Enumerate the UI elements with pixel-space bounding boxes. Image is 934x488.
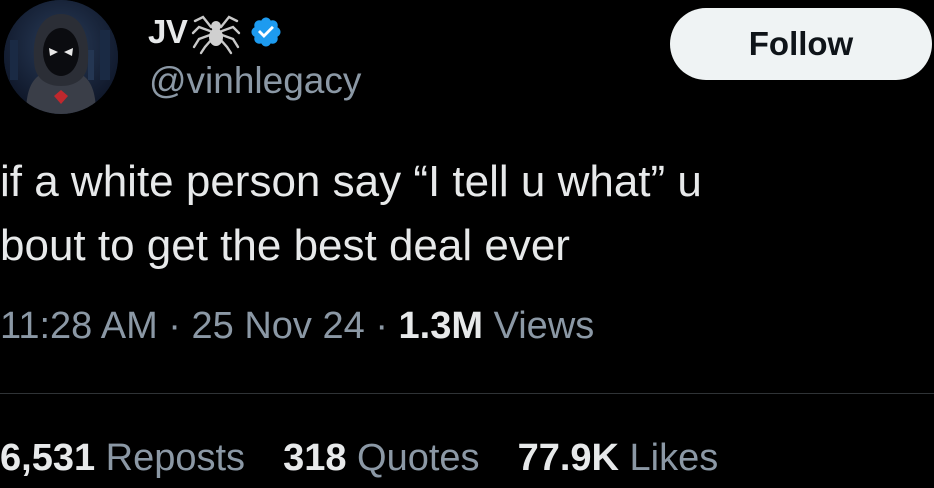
views-count[interactable]: 1.3M: [399, 305, 483, 347]
likes-count: 77.9K: [517, 437, 619, 479]
quotes-stat[interactable]: 318 Quotes: [283, 437, 480, 480]
follow-button[interactable]: Follow: [670, 8, 932, 80]
reposts-count: 6,531: [0, 437, 96, 479]
quotes-label: Quotes: [357, 437, 480, 479]
avatar-image: [4, 0, 118, 114]
tweet-text-line: if a white person say “I tell u what” u: [0, 157, 702, 206]
likes-stat[interactable]: 77.9K Likes: [518, 437, 719, 480]
tweet-time[interactable]: 11:28 AM: [0, 305, 158, 347]
tweet-text: if a white person say “I tell u what” u …: [0, 150, 930, 278]
views-label: Views: [493, 305, 595, 347]
avatar[interactable]: [4, 0, 118, 114]
spider-icon: [191, 9, 241, 55]
likes-label: Likes: [629, 437, 719, 479]
divider: [0, 393, 934, 394]
user-handle[interactable]: @vinhlegacy: [149, 60, 361, 102]
meta-separator: ·: [168, 305, 181, 347]
reposts-stat[interactable]: 6,531 Reposts: [0, 437, 245, 480]
tweet-text-line: bout to get the best deal ever: [0, 221, 570, 270]
author-name-row[interactable]: JV: [148, 8, 283, 56]
quotes-count: 318: [283, 437, 347, 479]
tweet-meta: 11:28 AM · 25 Nov 24 · 1.3M Views: [0, 305, 594, 348]
verified-badge-icon[interactable]: [249, 15, 283, 49]
reposts-label: Reposts: [105, 437, 246, 479]
meta-separator: ·: [375, 305, 388, 347]
engagement-stats: 6,531 Reposts 318 Quotes 77.9K Likes: [0, 437, 756, 480]
display-name[interactable]: JV: [148, 13, 188, 51]
tweet-date[interactable]: 25 Nov 24: [192, 305, 365, 347]
